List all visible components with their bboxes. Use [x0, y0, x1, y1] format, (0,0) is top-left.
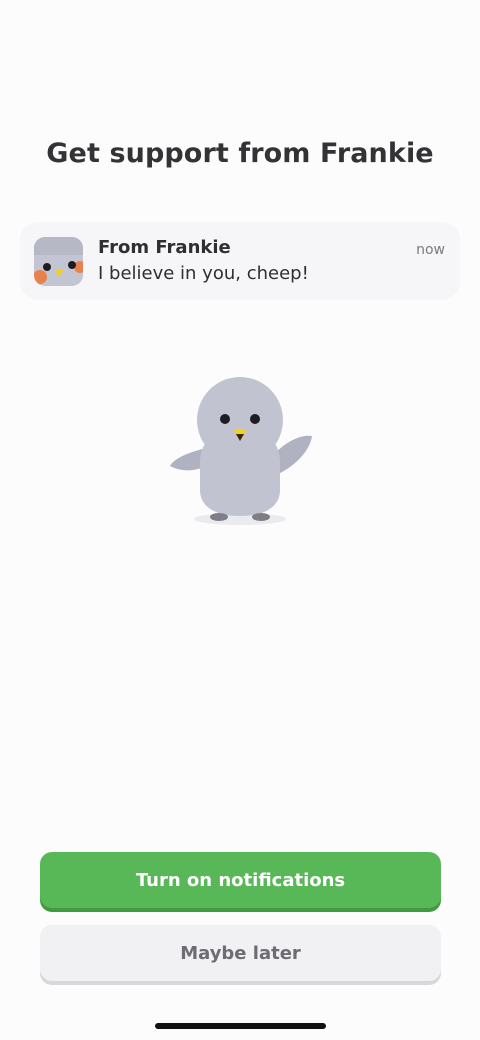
- frankie-bird-illustration: [160, 370, 320, 535]
- notification-time: now: [416, 242, 445, 258]
- home-indicator[interactable]: [155, 1023, 326, 1029]
- notification-message: I believe in you, cheep!: [98, 263, 309, 284]
- frankie-avatar-icon: [34, 237, 83, 286]
- notification-preview: From Frankie now I believe in you, cheep…: [20, 222, 460, 300]
- page-title: Get support from Frankie: [46, 138, 434, 169]
- notification-sender: From Frankie: [98, 237, 231, 258]
- turn-on-notifications-button[interactable]: Turn on notifications: [40, 852, 441, 908]
- maybe-later-button[interactable]: Maybe later: [40, 925, 441, 981]
